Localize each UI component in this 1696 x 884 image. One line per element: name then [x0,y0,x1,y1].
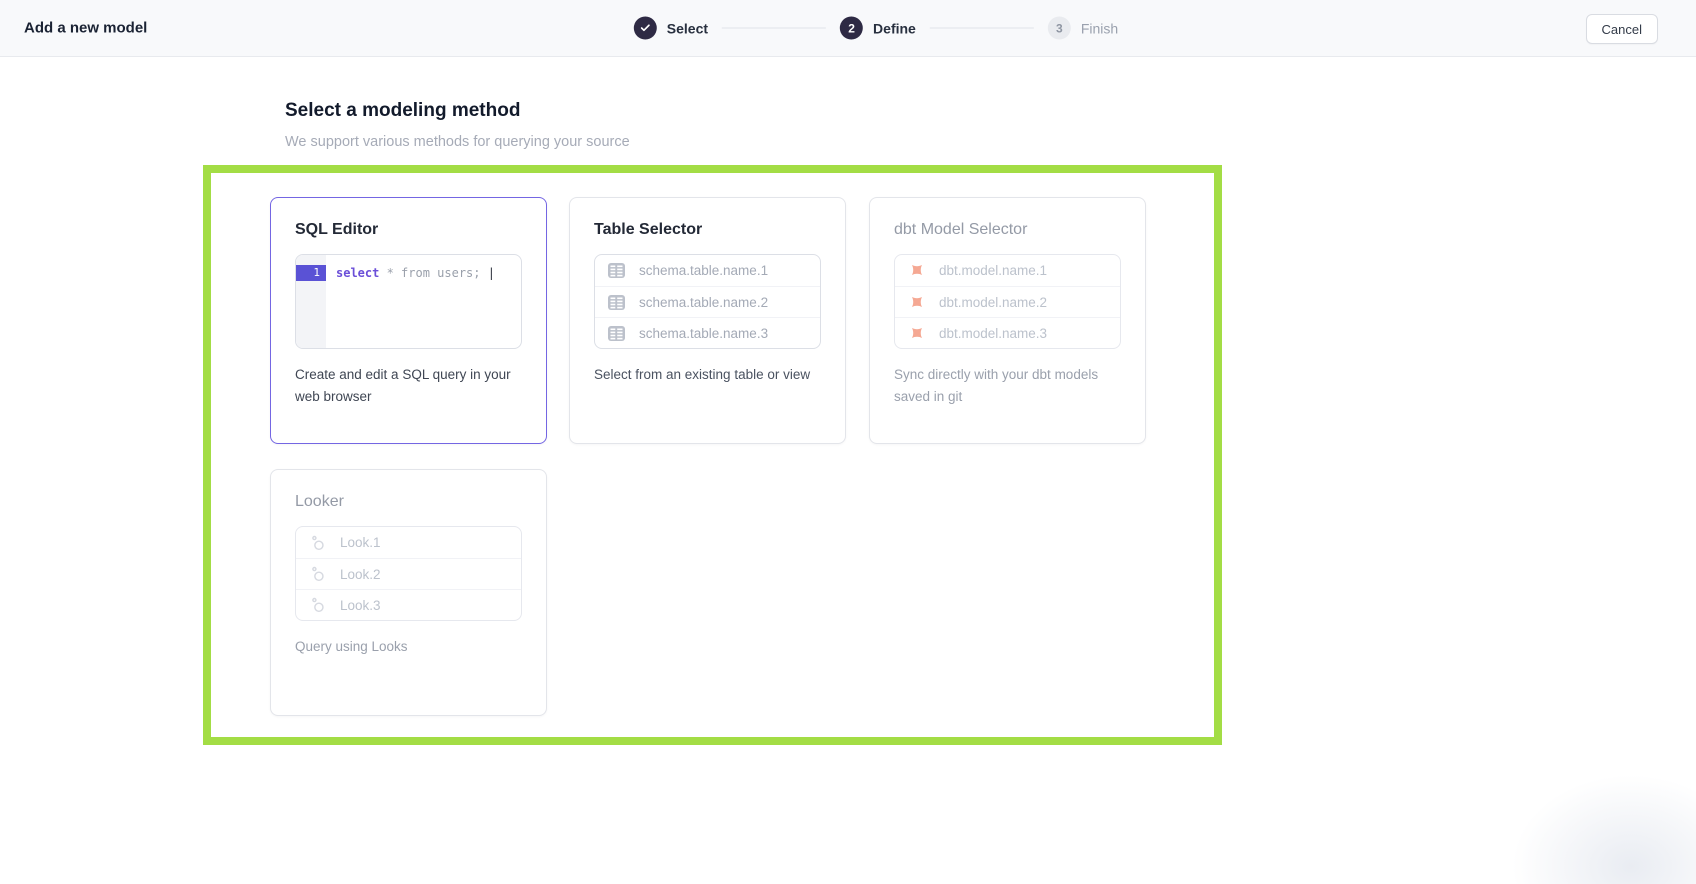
stepper-connector [930,28,1034,29]
list-item: Look.2 [296,558,521,589]
dbt-model-name: dbt.model.name.2 [939,295,1047,310]
table-name: schema.table.name.2 [639,295,768,310]
dbt-logo-icon [907,324,926,343]
sql-keyword: select [336,266,379,280]
looker-icon [308,596,327,615]
card-title: Looker [295,493,522,511]
step-3-badge: 3 [1048,17,1071,40]
list-item: Look.3 [296,589,521,620]
list-item: schema.table.name.1 [595,255,820,286]
step-2-badge: 2 [840,17,863,40]
stepper-step-define[interactable]: 2 Define [840,17,916,40]
list-item: Look.1 [296,527,521,558]
sql-line-number: 1 [296,265,326,281]
step-finish-label: Finish [1081,20,1118,36]
card-title: dbt Model Selector [894,221,1121,239]
list-item: dbt.model.name.1 [895,255,1120,286]
corner-fade-blob [1511,774,1696,884]
step-select-label: Select [667,20,708,36]
look-name: Look.1 [340,535,381,550]
card-table-selector[interactable]: Table Selector schema.table.name.1 schem… [569,197,846,444]
card-looker[interactable]: Looker Look.1 Look.2 Look.3 Query using … [270,469,547,716]
card-description: Select from an existing table or view [594,364,821,386]
list-item: dbt.model.name.2 [895,286,1120,317]
card-description: Create and edit a SQL query in your web … [295,364,522,408]
look-name: Look.3 [340,598,381,613]
section-subheading: We support various methods for querying … [285,134,630,150]
list-item: dbt.model.name.3 [895,317,1120,348]
stepper-connector [722,28,826,29]
table-grid-icon [607,261,626,280]
card-description: Sync directly with your dbt models saved… [894,364,1121,408]
sql-editor-preview: 1 select * from users; | [295,254,522,349]
looker-list-preview: Look.1 Look.2 Look.3 [295,526,522,621]
card-description: Query using Looks [295,636,522,658]
text-cursor: | [488,266,495,280]
card-dbt-model-selector[interactable]: dbt Model Selector dbt.model.name.1 dbt.… [869,197,1146,444]
table-name: schema.table.name.1 [639,263,768,278]
list-item: schema.table.name.3 [595,317,820,348]
table-name: schema.table.name.3 [639,326,768,341]
cancel-button[interactable]: Cancel [1586,14,1658,44]
step-complete-check-icon [634,17,657,40]
stepper-step-finish: 3 Finish [1048,17,1118,40]
sql-code-line: select * from users; | [326,255,495,348]
sql-code-rest: * from users; [379,266,487,280]
stepper: Select 2 Define 3 Finish [634,17,1118,40]
dbt-logo-icon [907,261,926,280]
dbt-model-name: dbt.model.name.1 [939,263,1047,278]
top-bar: Add a new model Select 2 Define 3 Finish… [0,0,1696,57]
dbt-list-preview: dbt.model.name.1 dbt.model.name.2 dbt.mo… [894,254,1121,349]
section-heading: Select a modeling method [285,100,520,122]
look-name: Look.2 [340,567,381,582]
table-grid-icon [607,324,626,343]
looker-icon [308,533,327,552]
table-grid-icon [607,293,626,312]
dbt-logo-icon [907,293,926,312]
looker-icon [308,565,327,584]
dbt-model-name: dbt.model.name.3 [939,326,1047,341]
page-title: Add a new model [24,20,147,37]
list-item: schema.table.name.2 [595,286,820,317]
card-title: SQL Editor [295,221,522,239]
card-sql-editor[interactable]: SQL Editor 1 select * from users; | Crea… [270,197,547,444]
step-define-label: Define [873,20,916,36]
sql-editor-gutter: 1 [296,255,326,348]
card-title: Table Selector [594,221,821,239]
stepper-step-select[interactable]: Select [634,17,708,40]
table-list-preview: schema.table.name.1 schema.table.name.2 … [594,254,821,349]
